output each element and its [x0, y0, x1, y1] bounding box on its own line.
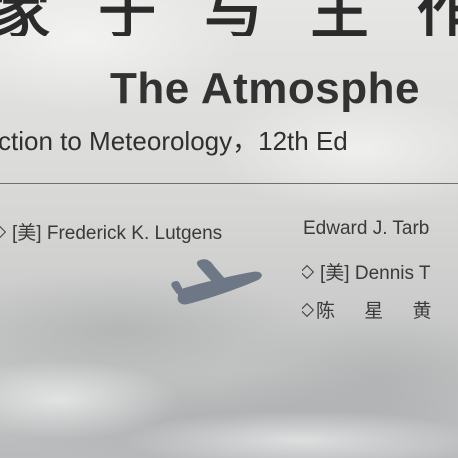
diamond-icon — [0, 224, 7, 240]
subtitle: ction to Meteorology，12th Ed — [0, 126, 348, 156]
english-title: The Atmosphe — [110, 64, 420, 113]
author-line-1: [美] Frederick K. Lutgens Edward J. Tarb — [0, 218, 458, 248]
translator-line: 陈 星 黄 相 — [302, 296, 458, 324]
translator-names: 陈 星 黄 相 — [316, 301, 458, 322]
diamond-icon — [302, 264, 315, 280]
divider-rule — [0, 183, 458, 184]
book-cover-photo: 家 于 与 王 作 The Atmosphe ction to Meteorol… — [0, 0, 458, 458]
author-2: Edward J. Tarb — [303, 218, 430, 239]
nationality-tag: [美] — [320, 263, 350, 284]
author-name: Frederick K. Lutgens — [46, 223, 223, 244]
chinese-title: 家 于 与 王 作 — [0, 0, 458, 36]
author-1: [美] Frederick K. Lutgens — [0, 218, 222, 245]
nationality-tag: [美] — [12, 223, 42, 244]
author-line-2: [美] Dennis T — [302, 258, 458, 286]
author-name: Dennis T — [354, 263, 431, 284]
diamond-icon — [302, 302, 315, 318]
airplane-icon — [171, 259, 262, 305]
